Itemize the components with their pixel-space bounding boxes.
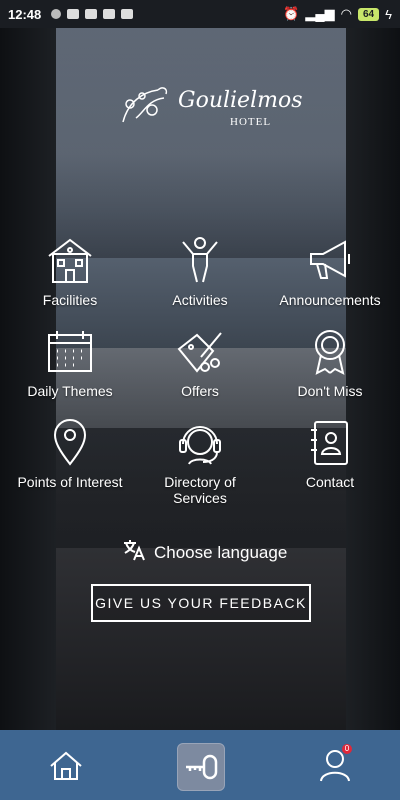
logo-flourish-icon bbox=[122, 87, 168, 123]
menu-item-directory-of-services[interactable]: Directory of Services bbox=[135, 418, 265, 506]
menu-item-label: Contact bbox=[305, 474, 355, 490]
notification-icon bbox=[51, 9, 62, 19]
key-icon bbox=[186, 754, 218, 780]
digital-key-button[interactable] bbox=[177, 743, 225, 791]
menu-item-label: Activities bbox=[172, 292, 228, 308]
menu-item-points-of-interest[interactable]: Points of Interest bbox=[5, 418, 135, 490]
offer-tag-scissors-icon bbox=[175, 327, 225, 377]
menu-item-offers[interactable]: Offers bbox=[135, 327, 265, 399]
menu-item-daily-themes[interactable]: Daily Themes bbox=[5, 327, 135, 399]
map-pin-icon bbox=[45, 418, 95, 468]
status-bar: 12:48 ⏰ ▂▄▆ ◠ 64 ϟ bbox=[0, 0, 400, 28]
menu-item-label: Offers bbox=[181, 383, 219, 399]
wifi-icon: ◠ bbox=[340, 6, 352, 21]
menu-item-facilities[interactable]: Facilities bbox=[5, 236, 135, 308]
bottom-navigation: 0 bbox=[0, 730, 400, 800]
menu-item-contact[interactable]: Contact bbox=[265, 418, 395, 490]
person-cheering-icon bbox=[175, 236, 225, 286]
mail-icon bbox=[103, 9, 116, 19]
choose-language-label: Choose language bbox=[154, 542, 288, 562]
menu-item-label: Announcements bbox=[279, 292, 381, 308]
menu-item-label: Don't Miss bbox=[297, 383, 363, 399]
contact-book-icon bbox=[305, 418, 355, 468]
menu-item-label: Points of Interest bbox=[17, 474, 123, 490]
menu-item-activities[interactable]: Activities bbox=[135, 236, 265, 308]
image-icon bbox=[121, 9, 134, 19]
notification-badge: 0 bbox=[342, 744, 352, 754]
award-ribbon-icon bbox=[305, 327, 355, 377]
signal-icon: ▂▄▆ bbox=[305, 6, 335, 21]
home-icon[interactable] bbox=[48, 750, 84, 782]
charging-icon: ϟ bbox=[385, 6, 392, 22]
translate-icon bbox=[122, 538, 146, 567]
megaphone-icon bbox=[305, 236, 355, 286]
menu-item-label: Directory of Services bbox=[164, 474, 236, 506]
battery-icon: 64 bbox=[357, 7, 380, 21]
calendar-icon bbox=[45, 327, 95, 377]
youtube-icon bbox=[67, 9, 80, 19]
menu-item-label: Daily Themes bbox=[27, 383, 113, 399]
status-time: 12:48 bbox=[8, 6, 42, 22]
background-floor bbox=[56, 548, 346, 730]
logo-name: Goulielmos bbox=[178, 88, 303, 113]
logo-subtitle: HOTEL bbox=[230, 116, 272, 128]
shield-icon bbox=[85, 9, 98, 19]
feedback-button[interactable]: GIVE US YOUR FEEDBACK bbox=[91, 584, 311, 622]
menu-item-dont-miss[interactable]: Don't Miss bbox=[265, 327, 395, 399]
hotel-logo: Goulielmos HOTEL bbox=[118, 82, 303, 142]
alarm-icon: ⏰ bbox=[283, 6, 300, 21]
support-headset-icon bbox=[175, 418, 225, 468]
menu-item-announcements[interactable]: Announcements bbox=[265, 236, 395, 308]
building-icon bbox=[45, 236, 95, 286]
choose-language-button[interactable]: Choose language bbox=[122, 538, 287, 567]
menu-item-label: Facilities bbox=[42, 292, 98, 308]
